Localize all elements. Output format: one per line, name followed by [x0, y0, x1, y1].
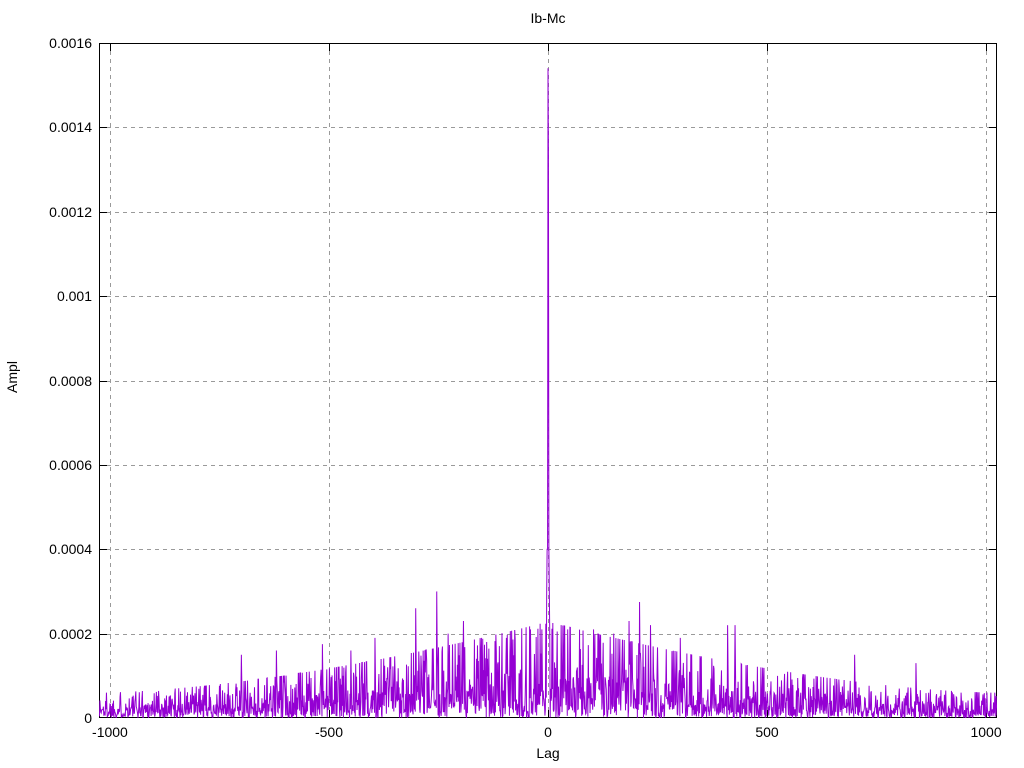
y-tick-label: 0.0004 — [49, 541, 92, 558]
y-tick-label: 0.0014 — [49, 119, 92, 136]
y-tick-label: 0.0008 — [49, 372, 92, 389]
x-tick-label: -1000 — [92, 724, 128, 740]
y-tick-label: 0.0016 — [49, 35, 92, 51]
y-tick-label: 0.0012 — [49, 203, 92, 220]
chart-title: Ib-Mc — [530, 10, 566, 26]
y-tick-label: 0.0002 — [49, 625, 92, 642]
chart-figure: Ib-Mc Ampl 0 0.0002 0.0004 0.0006 0.0008 0.00… — [0, 0, 1024, 768]
y-tick-label: 0.001 — [56, 288, 92, 305]
y-tick-label: 0.0006 — [49, 456, 92, 473]
x-tick-label: -500 — [314, 724, 343, 740]
x-axis-label: Lag — [536, 745, 560, 761]
x-tick-label: 1000 — [970, 724, 1002, 740]
plot-area — [99, 43, 997, 718]
x-tick-label: 0 — [544, 724, 552, 740]
x-tick-label: 500 — [755, 724, 779, 740]
